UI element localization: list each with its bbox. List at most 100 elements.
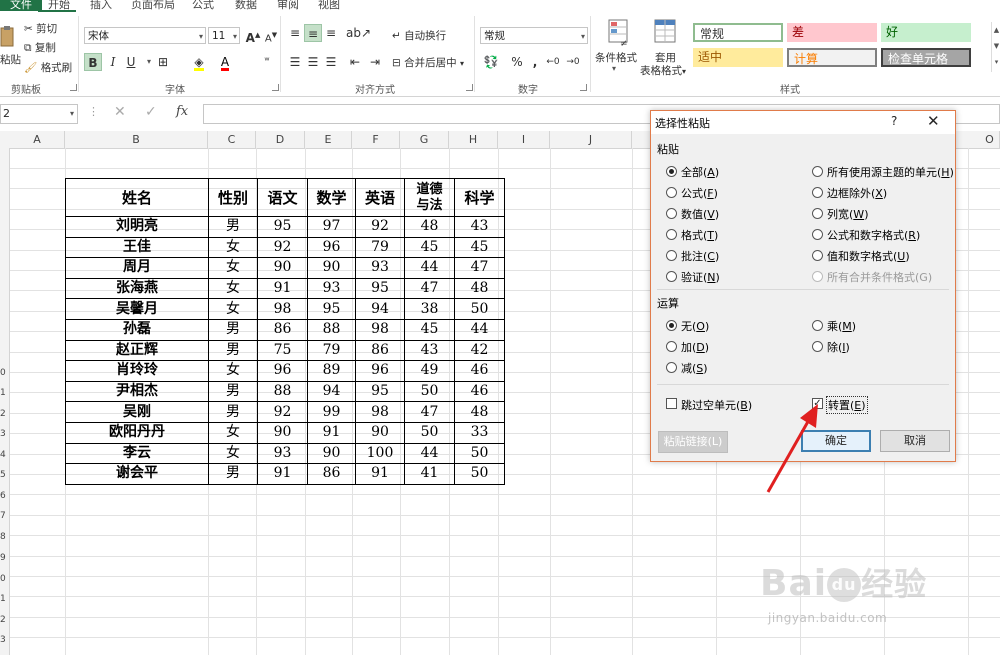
- increase-decimal-icon[interactable]: ←0: [544, 53, 562, 71]
- paste-link-button[interactable]: 粘贴链接(L): [658, 431, 728, 453]
- merge-center-button[interactable]: ⊟ 合并后居中 ▾: [392, 55, 464, 70]
- radio-button[interactable]: [666, 320, 677, 331]
- table-cell[interactable]: 50: [454, 463, 505, 485]
- radio-button[interactable]: [812, 187, 823, 198]
- enter-formula-icon[interactable]: ✓: [145, 104, 157, 120]
- insert-function-icon[interactable]: fx: [176, 104, 188, 119]
- table-cell[interactable]: 86: [355, 339, 405, 362]
- cancel-formula-icon[interactable]: ✕: [114, 104, 126, 120]
- student-name-cell[interactable]: 王佳: [65, 236, 209, 259]
- table-cell[interactable]: 男: [208, 216, 258, 238]
- table-cell[interactable]: 92: [355, 216, 405, 238]
- table-cell[interactable]: 41: [404, 463, 455, 485]
- copy-button[interactable]: ⧉ 复制: [24, 40, 56, 55]
- align-top-icon[interactable]: ≡: [286, 24, 304, 42]
- tab-file[interactable]: 文件: [0, 0, 42, 11]
- column-header[interactable]: H: [449, 131, 498, 148]
- table-cell[interactable]: 91: [257, 277, 308, 300]
- table-cell[interactable]: 75: [257, 339, 308, 362]
- gallery-scroll[interactable]: ▲ ▼ ▾: [991, 22, 1000, 72]
- table-cell[interactable]: 男: [208, 339, 258, 362]
- table-cell[interactable]: 94: [355, 298, 405, 320]
- table-cell[interactable]: 90: [355, 421, 405, 444]
- table-cell[interactable]: 33: [454, 421, 505, 444]
- tab-data[interactable]: 数据: [235, 0, 257, 11]
- tab-page-layout[interactable]: 页面布局: [131, 0, 175, 11]
- shrink-font-icon[interactable]: A▼: [262, 26, 280, 44]
- align-bottom-icon[interactable]: ≡: [322, 24, 340, 42]
- column-header[interactable]: I: [498, 131, 550, 148]
- table-cell[interactable]: 女: [208, 360, 258, 382]
- radio-button[interactable]: [812, 250, 823, 261]
- table-cell[interactable]: 38: [404, 298, 455, 320]
- table-header-cell[interactable]: 道德 与法: [404, 178, 455, 217]
- tab-insert[interactable]: 插入: [90, 0, 112, 11]
- table-cell[interactable]: 98: [257, 298, 308, 320]
- table-format-button[interactable]: 表格格式▾: [640, 63, 686, 78]
- table-cell[interactable]: 98: [355, 401, 405, 423]
- table-cell[interactable]: 93: [355, 257, 405, 279]
- row-header[interactable]: 4: [0, 450, 10, 460]
- table-cell[interactable]: 男: [208, 463, 258, 485]
- table-cell[interactable]: 47: [404, 277, 455, 300]
- table-cell[interactable]: 女: [208, 277, 258, 300]
- table-cell[interactable]: 50: [404, 380, 455, 403]
- cell-style-3[interactable]: 适中: [693, 48, 783, 67]
- row-header[interactable]: 6: [0, 491, 10, 501]
- tab-formulas[interactable]: 公式: [192, 0, 214, 11]
- table-cell[interactable]: 93: [307, 277, 356, 300]
- column-header[interactable]: C: [208, 131, 256, 148]
- table-cell[interactable]: 48: [404, 216, 455, 238]
- table-cell[interactable]: 94: [307, 380, 356, 403]
- radio-button[interactable]: [666, 250, 677, 261]
- table-cell[interactable]: 47: [404, 401, 455, 423]
- table-cell[interactable]: 93: [257, 442, 308, 465]
- cut-button[interactable]: ✂ 剪切: [24, 21, 57, 36]
- table-cell[interactable]: 86: [257, 318, 308, 341]
- tab-review[interactable]: 审阅: [277, 0, 299, 11]
- column-header[interactable]: E: [305, 131, 352, 148]
- table-cell[interactable]: 42: [454, 339, 505, 362]
- cell-style-2[interactable]: 好: [881, 23, 971, 42]
- row-header[interactable]: 0: [0, 368, 10, 378]
- table-header-cell[interactable]: 数学: [307, 178, 356, 217]
- number-launcher-icon[interactable]: [580, 84, 587, 91]
- table-cell[interactable]: 45: [454, 236, 505, 259]
- italic-button[interactable]: I: [104, 53, 122, 71]
- format-painter-button[interactable]: 🖌 格式刷: [24, 60, 72, 75]
- table-cell[interactable]: 95: [355, 277, 405, 300]
- table-cell[interactable]: 100: [355, 442, 405, 465]
- table-cell[interactable]: 男: [208, 401, 258, 423]
- underline-button[interactable]: U: [122, 53, 140, 71]
- table-header-cell[interactable]: 姓名: [65, 178, 209, 217]
- comma-button[interactable]: ,: [526, 53, 544, 71]
- align-center-icon[interactable]: ☰: [304, 53, 322, 71]
- table-cell[interactable]: 46: [454, 380, 505, 403]
- percent-button[interactable]: %: [508, 53, 526, 71]
- table-cell[interactable]: 97: [307, 216, 356, 238]
- column-header[interactable]: A: [10, 131, 65, 148]
- row-header[interactable]: 9: [0, 553, 10, 563]
- radio-button[interactable]: [666, 187, 677, 198]
- alignment-launcher-icon[interactable]: [466, 84, 473, 91]
- radio-button[interactable]: [666, 208, 677, 219]
- column-header[interactable]: D: [256, 131, 305, 148]
- fill-color-icon[interactable]: ◈: [190, 53, 208, 71]
- table-cell[interactable]: 女: [208, 236, 258, 259]
- paste-button[interactable]: 粘贴: [0, 52, 21, 67]
- table-cell[interactable]: 98: [355, 318, 405, 341]
- align-left-icon[interactable]: ☰: [286, 53, 304, 71]
- student-name-cell[interactable]: 肖玲玲: [65, 360, 209, 382]
- clipboard-launcher-icon[interactable]: [70, 84, 77, 91]
- student-name-cell[interactable]: 吴刚: [65, 401, 209, 423]
- row-header[interactable]: 1: [0, 594, 10, 604]
- font-launcher-icon[interactable]: [272, 84, 279, 91]
- conditional-format-icon[interactable]: ≠: [606, 18, 632, 49]
- row-header[interactable]: 8: [0, 532, 10, 542]
- font-size-combo[interactable]: 11 ▾: [208, 27, 240, 44]
- table-cell[interactable]: 48: [454, 277, 505, 300]
- conditional-format-button[interactable]: 条件格式: [595, 50, 637, 65]
- table-format-icon[interactable]: [652, 18, 678, 48]
- table-cell[interactable]: 女: [208, 298, 258, 320]
- phonetic-icon[interactable]: ʷ: [258, 53, 276, 71]
